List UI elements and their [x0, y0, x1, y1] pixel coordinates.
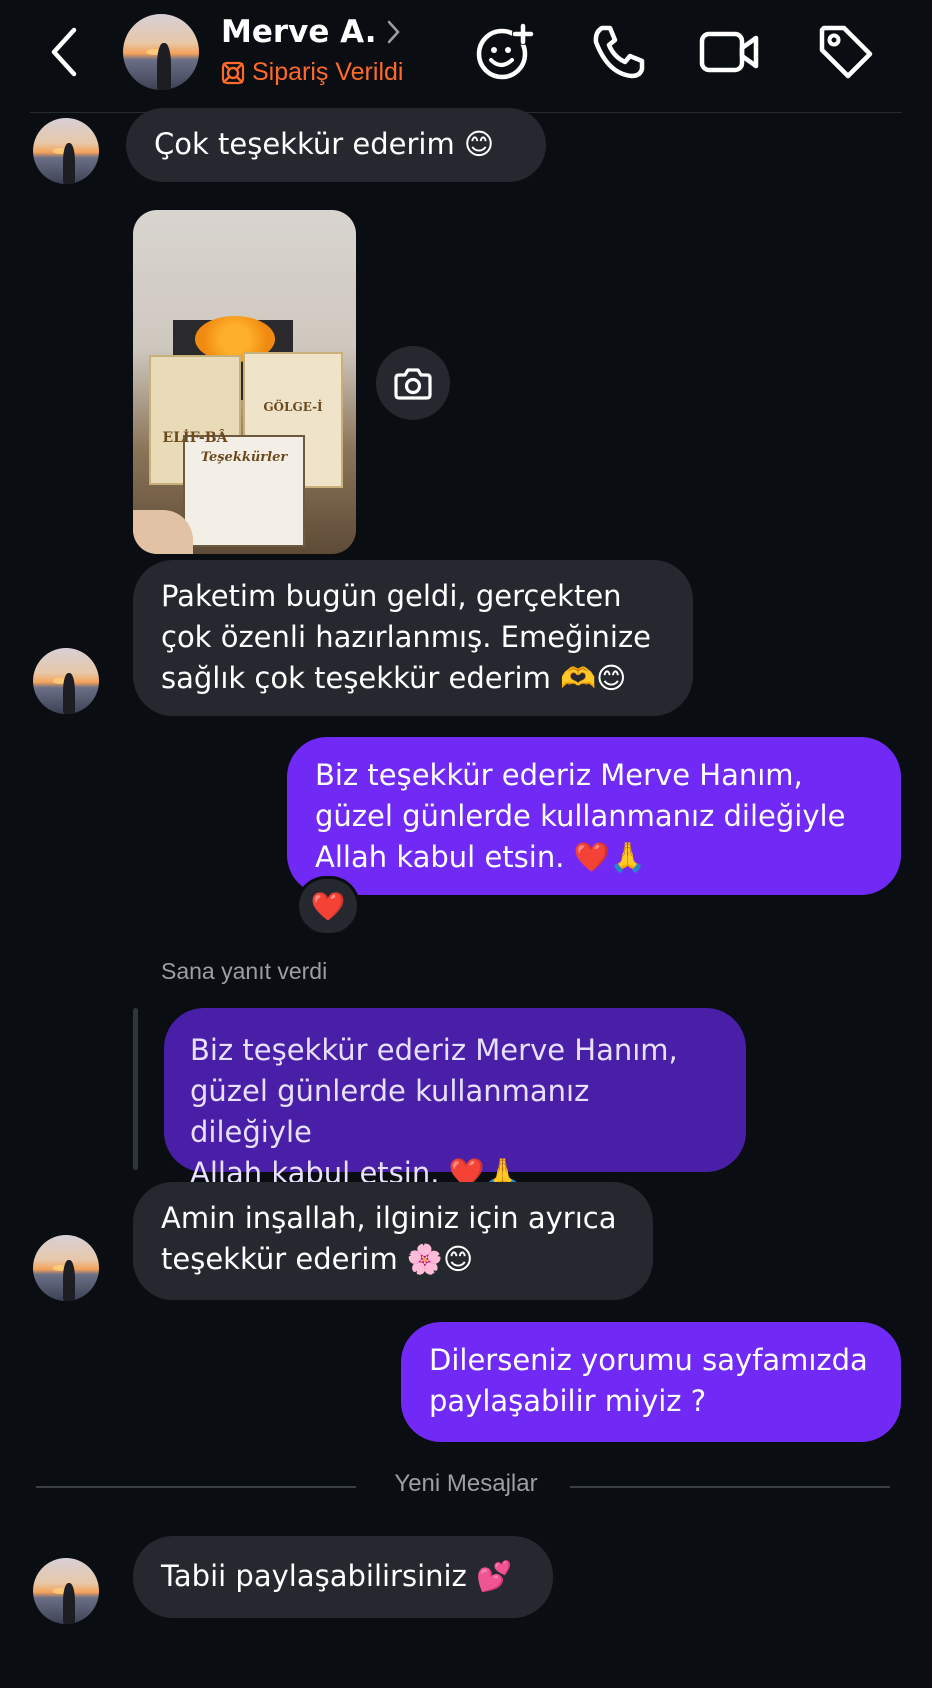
heart-reaction[interactable]: ❤️ [296, 876, 360, 936]
sender-avatar[interactable] [33, 118, 99, 184]
separator-line-left [36, 1486, 356, 1488]
photo-text-1: ELİF-BÂ [162, 430, 228, 446]
tag-icon[interactable] [814, 20, 878, 84]
message-outgoing[interactable]: Dilerseniz yorumu sayfamızda paylaşabili… [401, 1322, 901, 1442]
phone-icon[interactable] [586, 20, 650, 84]
new-messages-separator: Yeni Mesajlar [394, 1470, 538, 1497]
message-text: Çok teşekkür ederim 😊 [154, 127, 495, 161]
emoji-add-icon[interactable] [472, 20, 536, 84]
sender-avatar[interactable] [33, 1235, 99, 1301]
camera-icon[interactable] [376, 346, 450, 420]
back-arrow-icon[interactable] [44, 24, 88, 80]
message-text: Paketim bugün geldi, gerçekten çok özenl… [161, 579, 652, 695]
video-icon[interactable] [698, 20, 762, 84]
photo-text-3: Teşekkürler [200, 450, 288, 465]
contact-name-row[interactable]: Merve A. [221, 12, 401, 52]
message-incoming[interactable]: Paketim bugün geldi, gerçekten çok özenl… [133, 560, 693, 716]
sender-avatar[interactable] [33, 1558, 99, 1624]
order-status-icon [221, 61, 245, 84]
contact-avatar[interactable] [123, 14, 199, 90]
message-text: Tabii paylaşabilirsiniz 💕 [161, 1559, 513, 1593]
message-outgoing[interactable]: Biz teşekkür ederiz Merve Hanım, güzel g… [287, 737, 901, 895]
chat-header: Merve A. Sipariş Verildi [0, 0, 932, 112]
message-text: Dilerseniz yorumu sayfamızda paylaşabili… [429, 1343, 868, 1418]
order-status-text: Sipariş Verildi [252, 58, 404, 86]
photo-message[interactable]: ELİF-BÂ GÖLGE-İ Teşekkürler [133, 210, 356, 554]
message-incoming[interactable]: Çok teşekkür ederim 😊 [126, 108, 546, 182]
message-incoming[interactable]: Amin inşallah, ilginiz için ayrıca teşek… [133, 1182, 653, 1300]
reply-label: Sana yanıt verdi [161, 958, 328, 984]
chevron-right-icon [387, 20, 400, 44]
message-text: Amin inşallah, ilginiz için ayrıca teşek… [161, 1201, 617, 1276]
message-incoming[interactable]: Tabii paylaşabilirsiniz 💕 [133, 1536, 553, 1618]
quoted-message[interactable]: Biz teşekkür ederiz Merve Hanım, güzel g… [164, 1008, 746, 1190]
reply-bar [133, 1008, 138, 1170]
photo-text-2: GÖLGE-İ [263, 400, 323, 414]
message-text: Biz teşekkür ederiz Merve Hanım, güzel g… [315, 758, 846, 874]
contact-name[interactable]: Merve A. [221, 14, 377, 50]
separator-line-right [570, 1486, 890, 1488]
quoted-text: Biz teşekkür ederiz Merve Hanım, güzel g… [190, 1033, 678, 1190]
order-status: Sipariş Verildi [221, 58, 403, 87]
sender-avatar[interactable] [33, 648, 99, 714]
